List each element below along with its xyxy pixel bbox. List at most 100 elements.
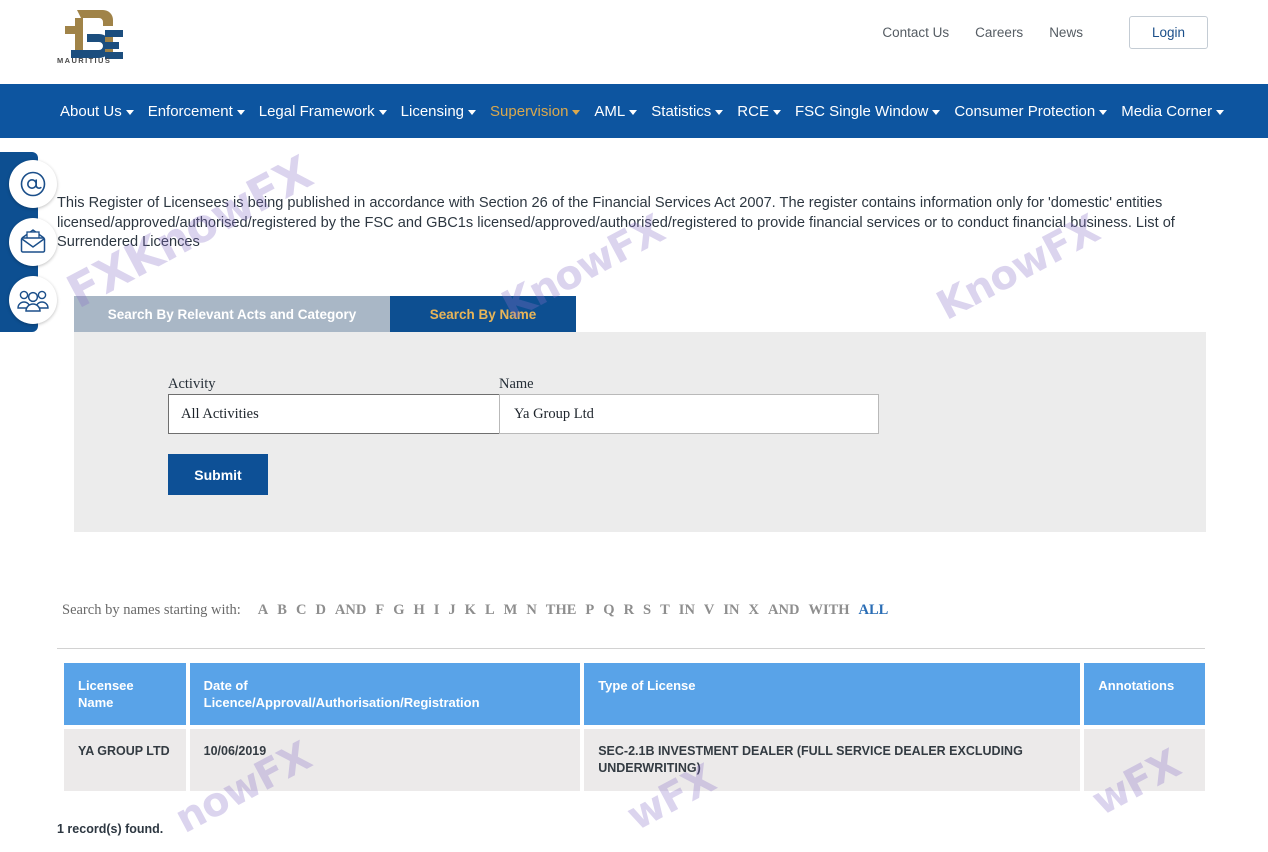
nav-label: Licensing [401,103,464,120]
envelope-icon-button[interactable] [9,218,57,266]
alpha-link[interactable]: Q [603,602,614,619]
nav-item-consumer-protection[interactable]: Consumer Protection [954,103,1107,120]
activity-select[interactable]: All Activities [168,394,548,434]
top-link-news[interactable]: News [1049,25,1083,40]
column-header-text-line1: Date of [204,677,567,694]
alpha-link[interactable]: B [277,602,287,619]
alpha-link[interactable]: X [749,602,759,619]
logo-caption: MAURITIUS [57,56,111,65]
alpha-link[interactable]: M [504,602,518,619]
alpha-link[interactable]: J [448,602,455,619]
alpha-link[interactable]: R [624,602,634,619]
site-header: MAURITIUS Contact Us Careers News Login [0,0,1268,84]
alpha-link[interactable]: C [296,602,306,619]
alpha-link[interactable]: V [704,602,714,619]
nav-label: Supervision [490,103,568,120]
alpha-link[interactable]: AND [335,602,366,619]
intro-paragraph: This Register of Licensees is being publ… [57,194,1197,253]
alpha-link[interactable]: T [660,602,670,619]
nav-label: Media Corner [1121,103,1212,120]
nav-label: RCE [737,103,769,120]
alpha-link[interactable]: L [485,602,495,619]
column-header-date: Date of Licence/Approval/Authorisation/R… [190,663,581,725]
alpha-link[interactable]: D [315,602,325,619]
record-count: 1 record(s) found. [57,822,163,836]
at-sign-icon-button[interactable] [9,160,57,208]
at-sign-icon [19,170,47,198]
chevron-down-icon [379,110,387,115]
people-group-icon [17,288,49,312]
chevron-down-icon [126,110,134,115]
alpha-link[interactable]: THE [546,602,577,619]
nav-item-supervision[interactable]: Supervision [490,103,580,120]
nav-item-legal-framework[interactable]: Legal Framework [259,103,387,120]
login-button[interactable]: Login [1129,16,1208,49]
alpha-link[interactable]: AND [768,602,799,619]
alpha-link[interactable]: IN [679,602,695,619]
chevron-down-icon [1216,110,1224,115]
chevron-down-icon [1099,110,1107,115]
nav-item-statistics[interactable]: Statistics [651,103,723,120]
search-tabs: Search By Relevant Acts and Category Sea… [74,296,576,332]
column-header-type-of-license: Type of License [584,663,1080,725]
table-row[interactable]: YA GROUP LTD 10/06/2019 SEC-2.1B INVESTM… [64,729,1205,791]
alpha-link[interactable]: K [465,602,476,619]
alpha-link[interactable]: F [375,602,384,619]
column-header-text-line2: Licence/Approval/Authorisation/Registrat… [204,694,567,711]
tab-search-by-name[interactable]: Search By Name [390,296,576,332]
nav-item-about-us[interactable]: About Us [60,103,134,120]
page-root: MAURITIUS Contact Us Careers News Login … [0,0,1268,852]
column-header-text: Annotations [1098,678,1174,693]
table-top-divider [57,648,1205,649]
tab-search-by-relevant-acts-and-category[interactable]: Search By Relevant Acts and Category [74,296,390,332]
column-header-annotations: Annotations [1084,663,1205,725]
nav-item-enforcement[interactable]: Enforcement [148,103,245,120]
alpha-link[interactable]: I [434,602,440,619]
chevron-down-icon [773,110,781,115]
nav-item-rce[interactable]: RCE [737,103,781,120]
logo-mark [57,6,127,62]
activity-selected-value: All Activities [181,406,259,423]
nav-label: AML [594,103,625,120]
people-group-icon-button[interactable] [9,276,57,324]
chevron-down-icon [572,110,580,115]
floating-left-rail [0,152,38,332]
nav-label: Legal Framework [259,103,375,120]
column-header-licensee-name: Licensee Name [64,663,186,725]
envelope-icon [18,229,48,255]
column-header-text: Type of License [598,678,695,693]
nav-label: Consumer Protection [954,103,1095,120]
nav-label: Enforcement [148,103,233,120]
submit-button[interactable]: Submit [168,454,268,495]
alpha-link[interactable]: S [643,602,651,619]
chevron-down-icon [237,110,245,115]
alpha-link[interactable]: N [526,602,536,619]
activity-label: Activity [168,376,216,393]
cell-date: 10/06/2019 [190,729,581,791]
alpha-link[interactable]: P [585,602,594,619]
page-content: Register of Licensees by Category This R… [0,84,1268,852]
alpha-link[interactable]: G [393,602,404,619]
nav-label: Statistics [651,103,711,120]
top-link-contact-us[interactable]: Contact Us [882,25,949,40]
cell-annotations [1084,729,1205,791]
alphabet-filter-label: Search by names starting with: [62,602,241,619]
results-table: Licensee Name Date of Licence/Approval/A… [64,663,1205,791]
search-panel: Activity Name All Activities Submit [74,332,1206,532]
alpha-link[interactable]: A [258,602,268,619]
alpha-link-all[interactable]: ALL [859,602,889,619]
nav-item-licensing[interactable]: Licensing [401,103,476,120]
name-label: Name [499,376,534,393]
nav-item-fsc-single-window[interactable]: FSC Single Window [795,103,940,120]
alpha-link[interactable]: IN [723,602,739,619]
alpha-link[interactable]: H [413,602,424,619]
nav-item-media-corner[interactable]: Media Corner [1121,103,1224,120]
top-link-careers[interactable]: Careers [975,25,1023,40]
alpha-link[interactable]: WITH [808,602,849,619]
nav-item-aml[interactable]: AML [594,103,637,120]
cell-type-of-license: SEC-2.1B INVESTMENT DEALER (FULL SERVICE… [584,729,1080,791]
chevron-down-icon [468,110,476,115]
alphabet-filter: Search by names starting with: A B C D A… [62,602,888,619]
chevron-down-icon [715,110,723,115]
name-input[interactable] [499,394,879,434]
